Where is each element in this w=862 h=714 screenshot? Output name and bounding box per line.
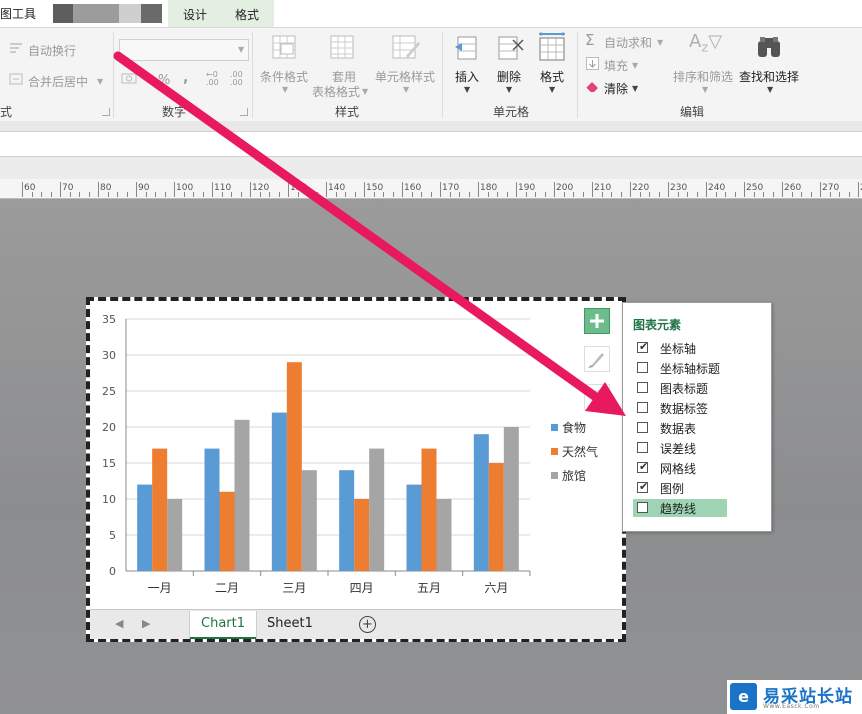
watermark-logo: e xyxy=(730,683,757,710)
watermark-subtext: Www.Easck.Com xyxy=(763,703,820,710)
arrow-shaft xyxy=(113,51,605,405)
annotation-arrow xyxy=(113,51,626,416)
watermark: e 易采站长站 Www.Easck.Com xyxy=(727,680,862,714)
